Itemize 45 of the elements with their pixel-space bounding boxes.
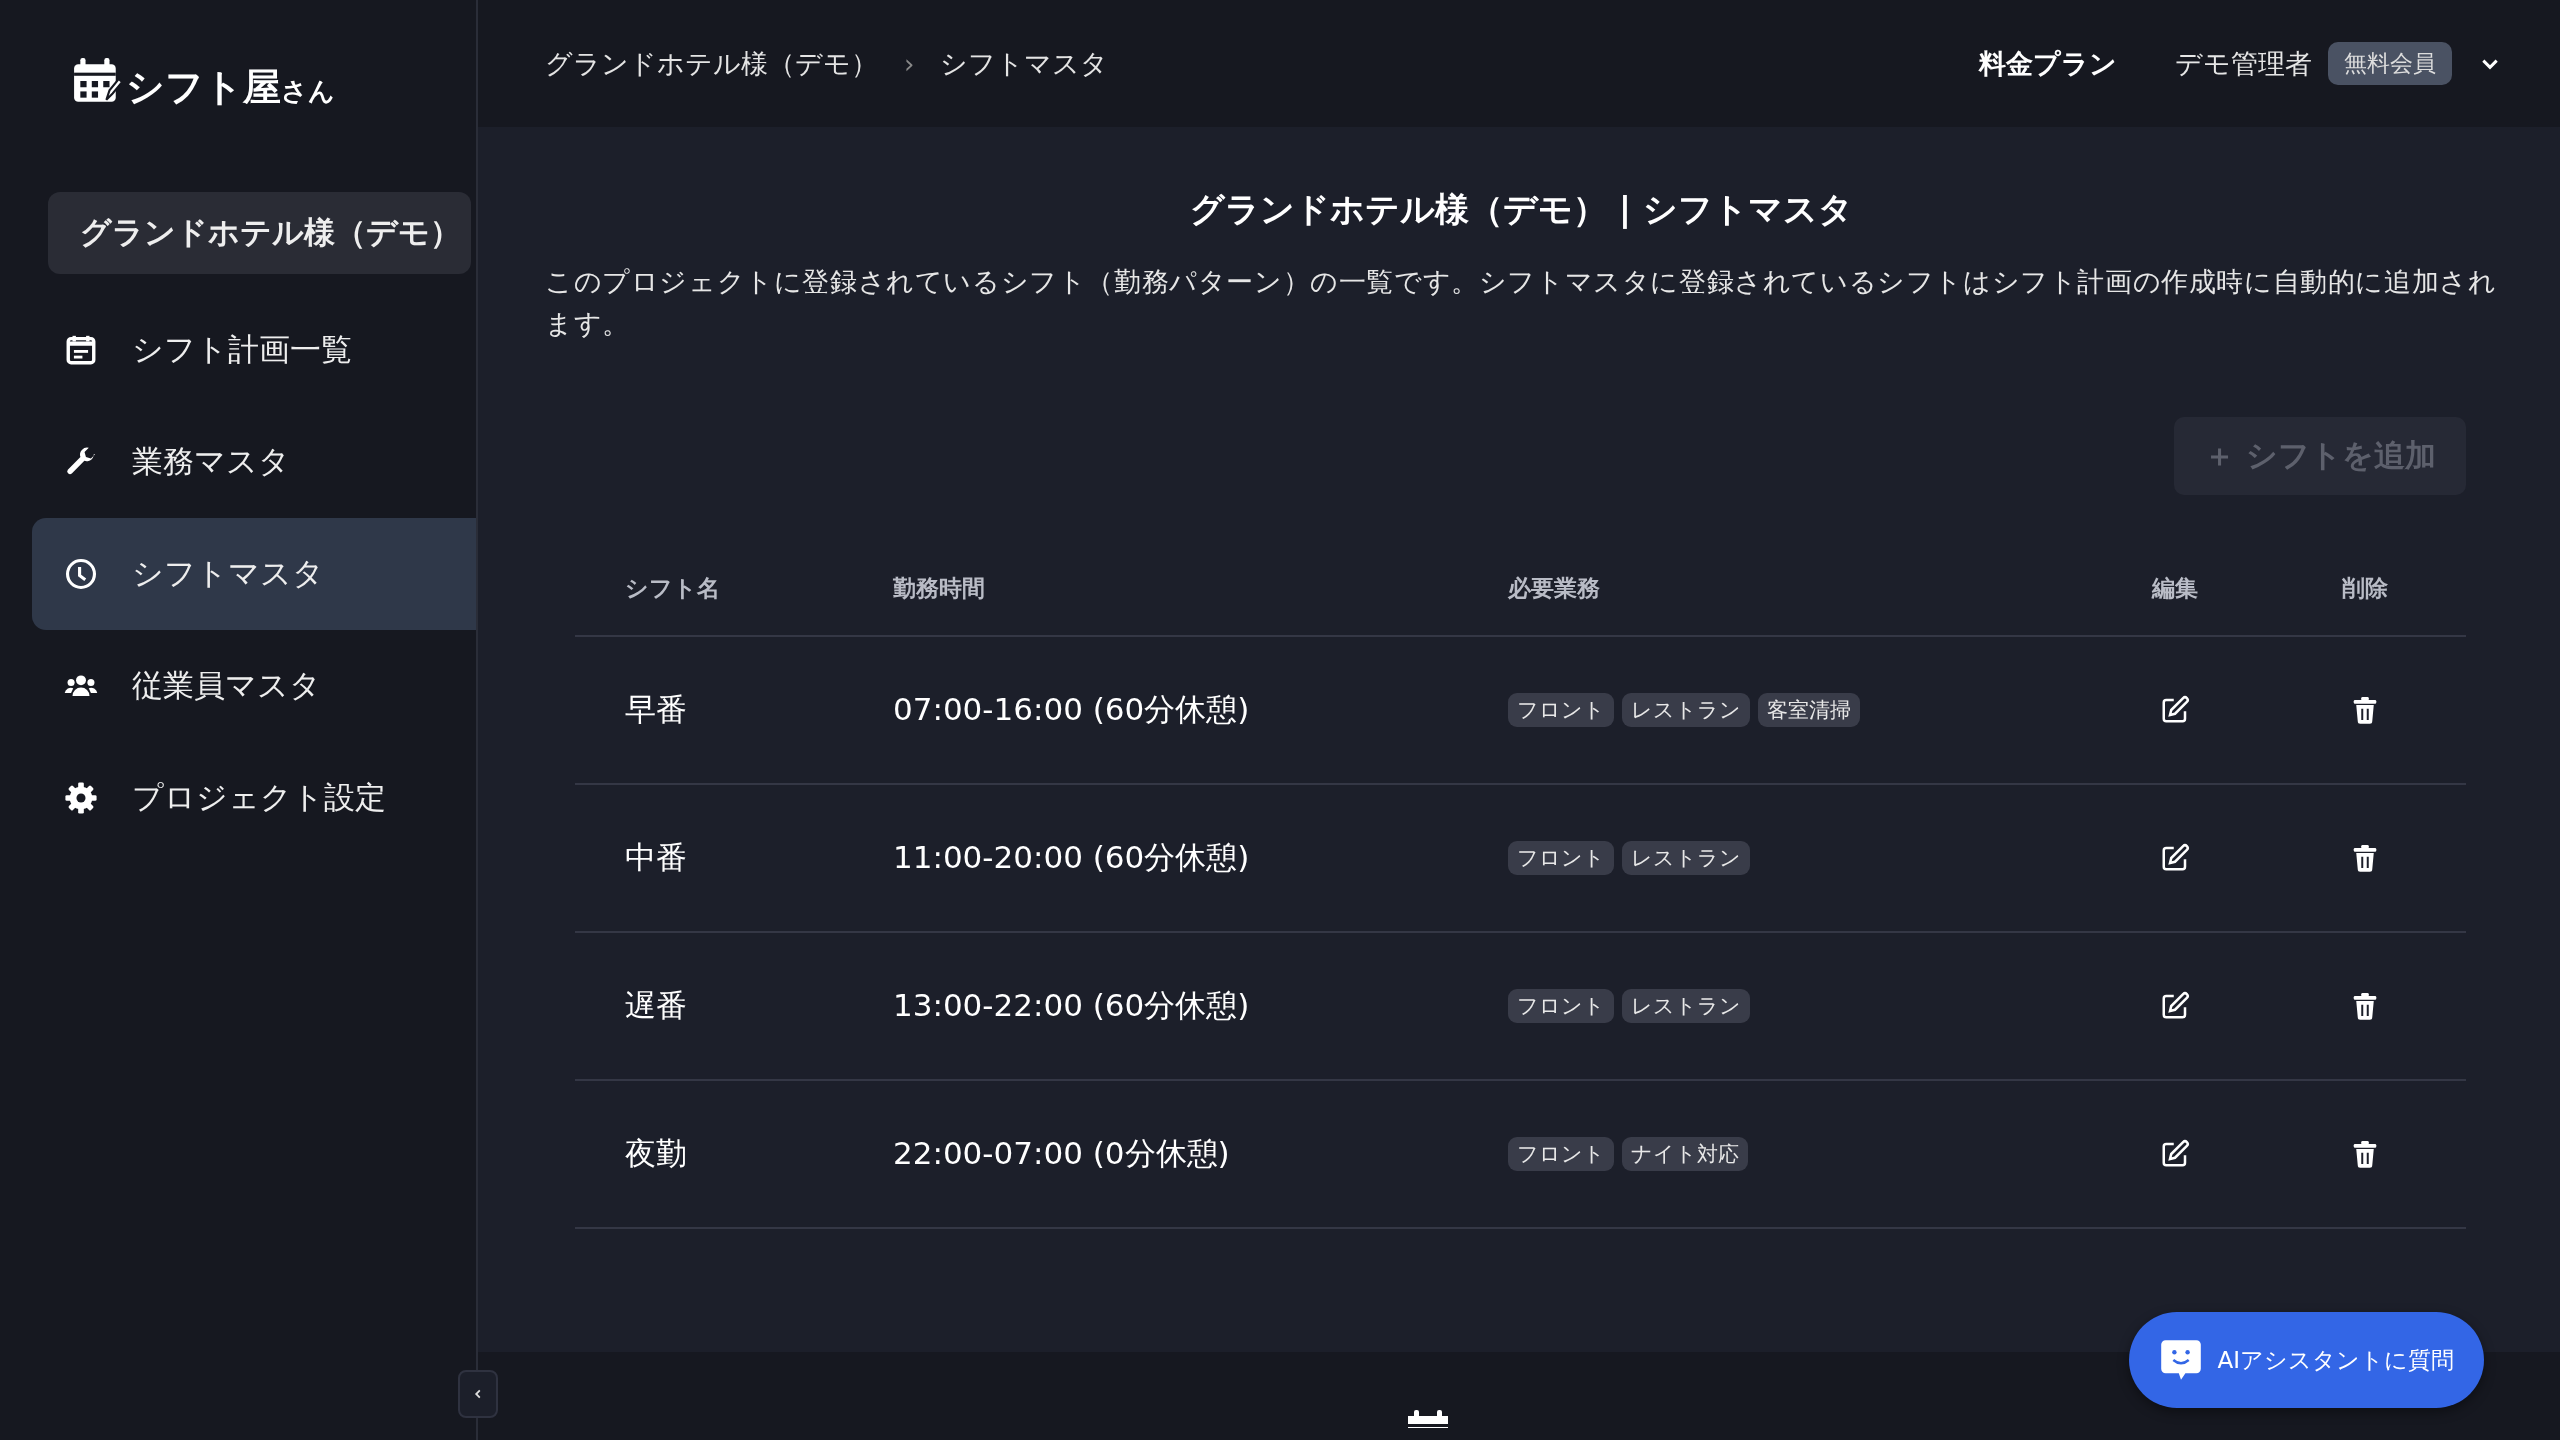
settings-icon (64, 781, 98, 815)
shift-time: 07:00-16:00 (60分休憩) (893, 690, 1251, 729)
shift-name: 夜勤 (624, 1134, 688, 1173)
breadcrumb-separator: › (904, 48, 915, 79)
clock-icon (64, 557, 98, 591)
chat-smile-icon (2159, 1338, 2204, 1382)
project-name[interactable]: グランドホテル様（デモ） (48, 192, 471, 274)
shift-name: 中番 (624, 838, 688, 877)
column-header: 削除 (2341, 574, 2389, 603)
page-description: このプロジェクトに登録されているシフト（勤務パターン）の一覧です。シフトマスタに登録されているシフトはシフト計画の作成時に自動的に追加されます。 (545, 265, 2498, 341)
edit-icon[interactable] (2160, 695, 2190, 725)
page-title: グランドホテル様（デモ） | シフトマスタ (1188, 188, 1855, 231)
column-header: シフト名 (624, 574, 721, 603)
shift-time: 13:00-22:00 (60分休憩) (893, 986, 1251, 1025)
column-header: 勤務時間 (893, 574, 986, 603)
sidebar-item[interactable]: シフト計画一覧 (32, 294, 476, 406)
shift-time: 22:00-07:00 (0分休憩) (893, 1134, 1231, 1173)
sidebar-item[interactable]: 業務マスタ (32, 406, 476, 518)
column-header: 必要業務 (1508, 574, 1601, 603)
shift-time: 11:00-20:00 (60分休憩) (893, 838, 1251, 877)
task-tag: フロント (1508, 1137, 1614, 1171)
edit-icon[interactable] (2160, 991, 2190, 1021)
edit-icon[interactable] (2160, 1139, 2190, 1169)
sidebar-item[interactable]: 従業員マスタ (32, 630, 476, 742)
breadcrumb-current: シフトマスタ (940, 46, 1109, 81)
shift-name: 早番 (624, 690, 688, 729)
membership-badge: 無料会員 (2328, 42, 2452, 85)
pricing-link[interactable]: 料金プラン (1979, 45, 2117, 82)
sidebar-item[interactable]: プロジェクト設定 (32, 742, 476, 854)
breadcrumb-link[interactable]: グランドホテル様（デモ） (545, 45, 878, 82)
user-name[interactable]: デモ管理者 (2175, 45, 2312, 82)
task-tag: フロント (1508, 693, 1614, 727)
shift-name: 遅番 (624, 986, 688, 1025)
sidebar-item[interactable]: シフトマスタ (32, 518, 476, 630)
task-tag: ナイト対応 (1622, 1137, 1748, 1171)
task-tag: レストラン (1622, 693, 1750, 727)
task-tag: フロント (1508, 841, 1614, 875)
task-tag: レストラン (1622, 841, 1750, 875)
task-tag: フロント (1508, 989, 1614, 1023)
logo-text: シフト屋さん (126, 68, 335, 106)
ai-assistant-button[interactable]: AIアシスタントに質問 (2129, 1312, 2484, 1408)
edit-icon[interactable] (2160, 843, 2190, 873)
task-tag: レストラン (1622, 989, 1750, 1023)
column-header: 編集 (2150, 574, 2199, 603)
task-tag: 客室清掃 (1758, 693, 1860, 727)
